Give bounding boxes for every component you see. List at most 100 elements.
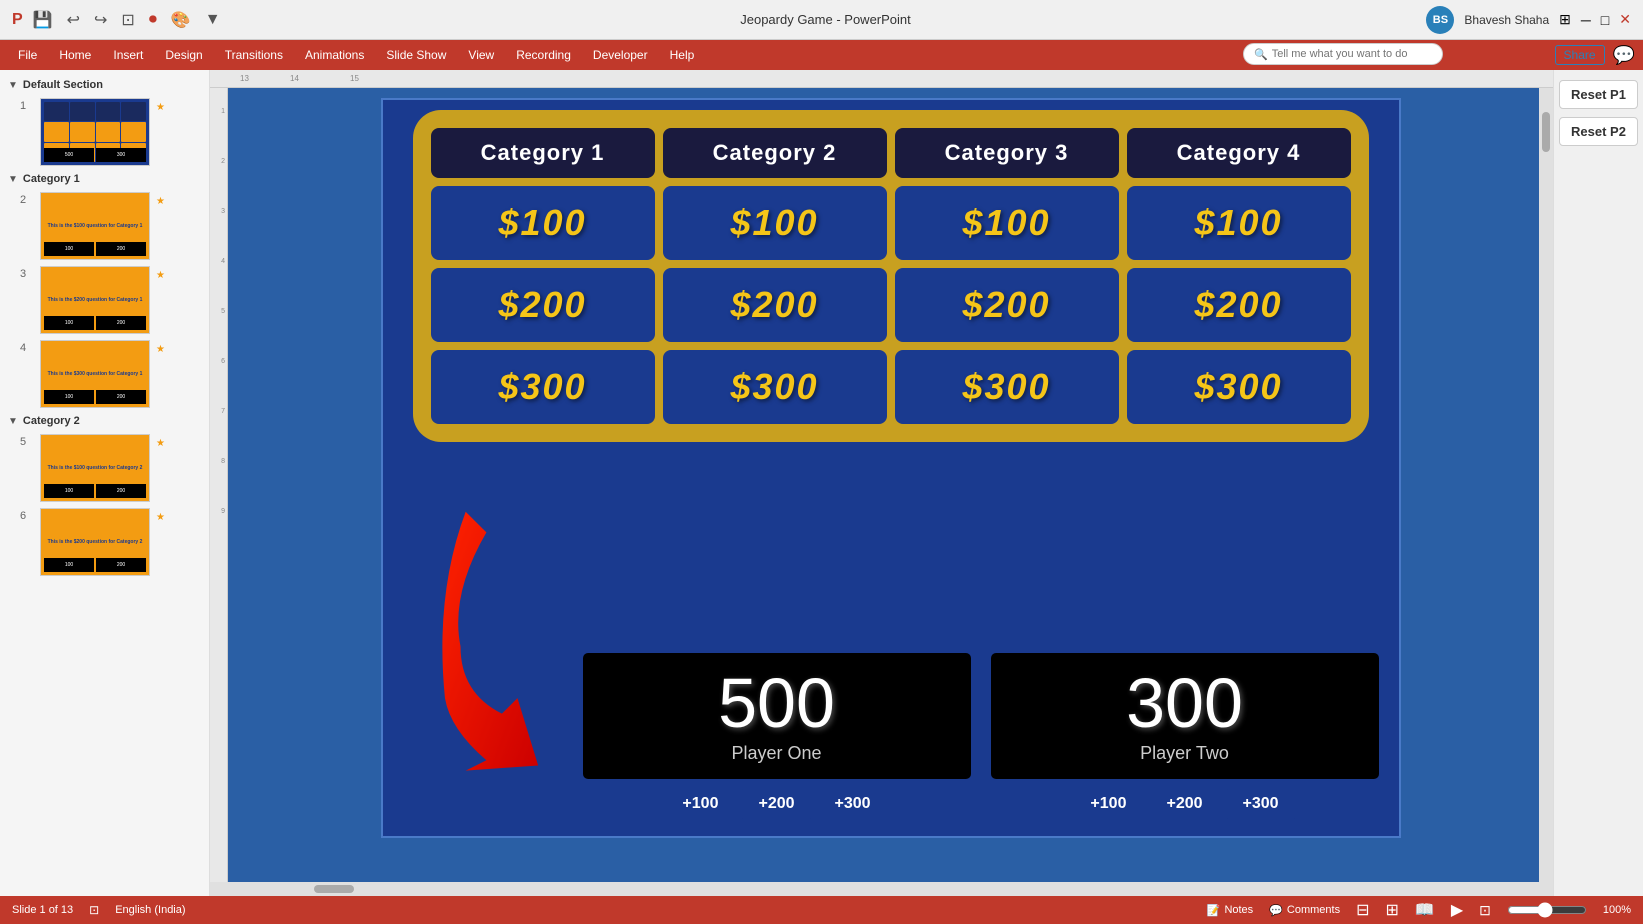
cell-cat3-200[interactable]: $200 (895, 268, 1119, 342)
titlebar-right: BS Bhavesh Shaha ⊞ ─ □ ✕ (1426, 6, 1631, 34)
language-indicator[interactable]: English (India) (115, 904, 185, 916)
quick-access-redo[interactable]: ↪ (90, 8, 111, 32)
quick-access-undo[interactable]: ↩ (63, 8, 84, 32)
cell-cat2-200[interactable]: $200 (663, 268, 887, 342)
slide-thumbnail-2: This is the $100 question for Category 1… (40, 192, 150, 260)
player2-plus200[interactable]: +200 (1150, 787, 1218, 821)
cell-cat2-300[interactable]: $300 (663, 350, 887, 424)
section-title-cat2: Category 2 (23, 415, 80, 427)
section-title-cat1: Category 1 (23, 173, 80, 185)
cell-cat3-300[interactable]: $300 (895, 350, 1119, 424)
tab-developer[interactable]: Developer (583, 44, 658, 66)
zoom-fit-btn[interactable]: ⊡ (1479, 902, 1491, 919)
record-btn[interactable]: ⏺ (145, 9, 161, 31)
zoom-level: 100% (1603, 904, 1631, 916)
slide-thumb-5[interactable]: 5 This is the $100 question for Category… (0, 431, 209, 505)
cell-cat4-200[interactable]: $200 (1127, 268, 1351, 342)
cell-cat1-200[interactable]: $200 (431, 268, 655, 342)
vertical-scrollbar[interactable] (1539, 88, 1553, 882)
player1-plus100[interactable]: +100 (666, 787, 734, 821)
titlebar-left: P 💾 ↩ ↪ ⊡ ⏺ 🎨 ▼ (12, 8, 225, 32)
slide-thumb-1[interactable]: 1 (0, 95, 209, 169)
player1-label: Player One (731, 743, 821, 764)
section-header-cat1[interactable]: ▼ Category 1 (0, 169, 209, 189)
slide-thumb-2[interactable]: 2 This is the $100 question for Category… (0, 189, 209, 263)
ruler-horizontal: 13 14 15 (210, 70, 1553, 88)
slide-thumb-4[interactable]: 4 This is the $300 question for Category… (0, 337, 209, 411)
tab-insert[interactable]: Insert (103, 44, 153, 66)
slide-thumb-6[interactable]: 6 This is the $200 question for Category… (0, 505, 209, 579)
share-button[interactable]: Share (1555, 45, 1605, 65)
horizontal-scrollbar[interactable] (210, 882, 1553, 896)
player1-score: 500 (718, 668, 835, 738)
right-panel: Reset P1 Reset P2 (1553, 70, 1643, 896)
category-4-header[interactable]: Category 4 (1127, 128, 1351, 178)
player1-plus200[interactable]: +200 (742, 787, 810, 821)
section-header-cat2[interactable]: ▼ Category 2 (0, 411, 209, 431)
player1-plus300[interactable]: +300 (819, 787, 887, 821)
category-1-header[interactable]: Category 1 (431, 128, 655, 178)
comments-button[interactable]: 💬 Comments (1269, 904, 1340, 917)
board-grid: Category 1 Category 2 Category 3 Categor… (431, 128, 1351, 424)
titlebar-layout-btn[interactable]: ⊞ (1559, 11, 1571, 28)
tab-transitions[interactable]: Transitions (215, 44, 293, 66)
quick-access-save[interactable]: 💾 (29, 8, 57, 32)
search-bar[interactable]: 🔍 (1243, 43, 1443, 65)
zoom-slider[interactable] (1507, 902, 1587, 918)
titlebar: P 💾 ↩ ↪ ⊡ ⏺ 🎨 ▼ Jeopardy Game - PowerPoi… (0, 0, 1643, 40)
quick-access-more[interactable]: ⊡ (117, 8, 138, 32)
reset-p2-button[interactable]: Reset P2 (1559, 117, 1638, 146)
section-header-default[interactable]: ▼ Default Section (0, 75, 209, 95)
ribbon: File Home Insert Design Transitions Anim… (0, 40, 1643, 70)
notes-button[interactable]: 📝 Notes (1207, 904, 1253, 917)
reset-p1-button[interactable]: Reset P1 (1559, 80, 1638, 109)
user-name: Bhavesh Shaha (1464, 13, 1549, 27)
cell-cat4-100[interactable]: $100 (1127, 186, 1351, 260)
section-cat1: ▼ Category 1 2 This is the $100 question… (0, 169, 209, 411)
reading-view-btn[interactable]: 📖 (1415, 900, 1435, 920)
cell-cat1-300[interactable]: $300 (431, 350, 655, 424)
slide-sorter-btn[interactable]: ⊞ (1385, 900, 1398, 920)
slide-thumbnail-6: This is the $200 question for Category 2… (40, 508, 150, 576)
cell-cat4-300[interactable]: $300 (1127, 350, 1351, 424)
slideshow-btn[interactable]: ▶ (1451, 900, 1463, 920)
search-icon: 🔍 (1254, 48, 1268, 61)
titlebar-maximize-btn[interactable]: □ (1601, 12, 1609, 28)
cell-cat2-100[interactable]: $100 (663, 186, 887, 260)
tab-recording[interactable]: Recording (506, 44, 581, 66)
search-input[interactable] (1272, 48, 1432, 60)
user-avatar[interactable]: BS (1426, 6, 1454, 34)
powerpoint-icon: P (12, 11, 23, 29)
player2-plus100[interactable]: +100 (1074, 787, 1142, 821)
player1-score-area: 500 Player One +100 +200 +300 (583, 653, 971, 821)
section-title-default: Default Section (23, 79, 103, 91)
tab-view[interactable]: View (458, 44, 504, 66)
titlebar-close-btn[interactable]: ✕ (1619, 11, 1631, 28)
player1-buttons: +100 +200 +300 (666, 787, 886, 821)
cell-cat1-100[interactable]: $100 (431, 186, 655, 260)
slide-thumbnail-5: This is the $100 question for Category 2… (40, 434, 150, 502)
category-3-header[interactable]: Category 3 (895, 128, 1119, 178)
designer-btn[interactable]: 🎨 (167, 8, 195, 32)
tab-file[interactable]: File (8, 44, 47, 66)
dropdown-arrow[interactable]: ▼ (201, 9, 225, 31)
player2-label: Player Two (1140, 743, 1229, 764)
player2-plus300[interactable]: +300 (1227, 787, 1295, 821)
category-2-header[interactable]: Category 2 (663, 128, 887, 178)
score-section: 500 Player One +100 +200 +300 (583, 653, 1379, 821)
slide-thumb-3[interactable]: 3 This is the $200 question for Category… (0, 263, 209, 337)
tab-slideshow[interactable]: Slide Show (376, 44, 456, 66)
slide-panel: ▼ Default Section 1 (0, 70, 210, 896)
fit-slide-icon[interactable]: ⊡ (89, 903, 99, 917)
titlebar-minimize-btn[interactable]: ─ (1581, 12, 1591, 28)
canvas-area: 13 14 15 1 2 3 4 5 6 7 8 9 (210, 70, 1553, 896)
tab-design[interactable]: Design (155, 44, 212, 66)
slide-content[interactable]: Category 1 Category 2 Category 3 Categor… (381, 98, 1401, 838)
cell-cat3-100[interactable]: $100 (895, 186, 1119, 260)
player1-score-box: 500 Player One (583, 653, 971, 779)
comment-button[interactable]: 💬 (1613, 45, 1635, 66)
tab-help[interactable]: Help (660, 44, 705, 66)
normal-view-btn[interactable]: ⊟ (1356, 900, 1369, 920)
tab-home[interactable]: Home (49, 44, 101, 66)
tab-animations[interactable]: Animations (295, 44, 374, 66)
